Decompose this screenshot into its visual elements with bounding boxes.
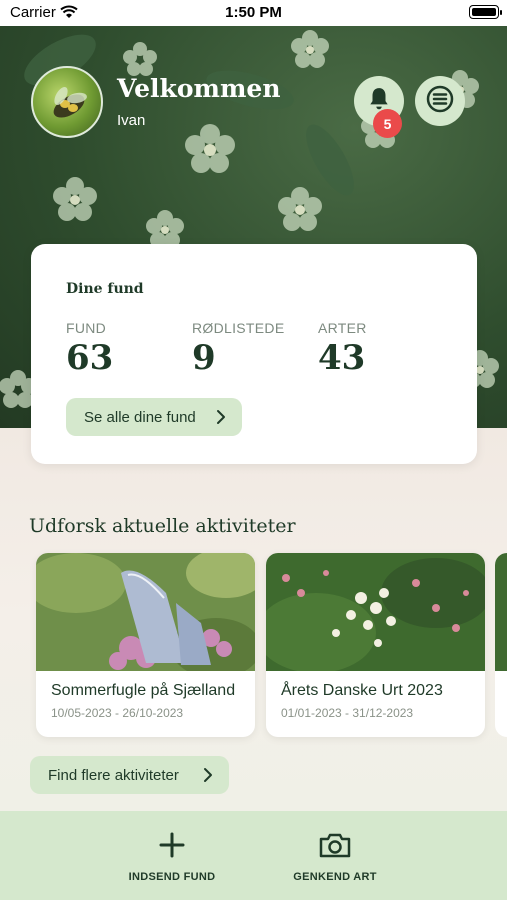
- see-all-finds-label: Se alle dine fund: [84, 408, 196, 426]
- stat-finds: FUND 63: [66, 320, 113, 378]
- status-bar: Carrier 1:50 PM: [0, 0, 507, 26]
- camera-icon: [318, 833, 352, 863]
- bottom-nav: INDSEND FUND GENKEND ART: [0, 811, 507, 900]
- activity-image: [266, 553, 485, 673]
- notification-badge: 5: [373, 109, 402, 138]
- avatar[interactable]: [31, 66, 103, 138]
- menu-button[interactable]: [415, 76, 465, 126]
- activity-image: [36, 553, 255, 678]
- stat-species: ARTER 43: [318, 320, 367, 378]
- stat-label: RØDLISTEDE: [192, 320, 285, 336]
- battery-icon: [469, 5, 502, 19]
- recognize-species-tab[interactable]: GENKEND ART: [275, 831, 395, 883]
- activity-card-peek[interactable]: [495, 553, 507, 737]
- finds-card-title: Dine fund: [66, 281, 144, 297]
- clock: 1:50 PM: [225, 4, 282, 21]
- submit-find-tab[interactable]: INDSEND FUND: [112, 831, 232, 883]
- menu-icon: [426, 85, 454, 117]
- stat-label: ARTER: [318, 320, 367, 336]
- chevron-right-icon: [203, 767, 213, 787]
- see-all-finds-button[interactable]: Se alle dine fund: [66, 398, 242, 436]
- activity-card[interactable]: Årets Danske Urt 2023 01/01-2023 - 31/12…: [266, 553, 485, 737]
- stat-value: 63: [66, 338, 114, 378]
- finds-card: Dine fund FUND 63 RØDLISTEDE 9 ARTER 43 …: [31, 244, 477, 464]
- username: Ivan: [117, 112, 146, 129]
- plus-icon: [158, 832, 186, 863]
- stat-redlisted: RØDLISTEDE 9: [192, 320, 284, 378]
- activities-title: Udforsk aktuelle aktiviteter: [29, 515, 296, 537]
- stat-value: 43: [318, 338, 366, 378]
- activity-dates: 10/05-2023 - 26/10-2023: [51, 706, 184, 720]
- activity-title: Sommerfugle på Sjælland: [51, 682, 236, 699]
- activity-card[interactable]: Sommerfugle på Sjælland 10/05-2023 - 26/…: [36, 553, 255, 737]
- find-more-activities-label: Find flere aktiviteter: [48, 766, 179, 784]
- welcome-title: Velkommen: [117, 74, 281, 103]
- submit-find-label: INDSEND FUND: [128, 871, 216, 883]
- stat-label: FUND: [66, 320, 107, 336]
- chevron-right-icon: [216, 409, 226, 429]
- recognize-species-label: GENKEND ART: [293, 871, 377, 883]
- stat-value: 9: [192, 338, 216, 378]
- activity-title: Årets Danske Urt 2023: [281, 682, 443, 699]
- activity-dates: 01/01-2023 - 31/12-2023: [281, 706, 414, 720]
- find-more-activities-button[interactable]: Find flere aktiviteter: [30, 756, 229, 794]
